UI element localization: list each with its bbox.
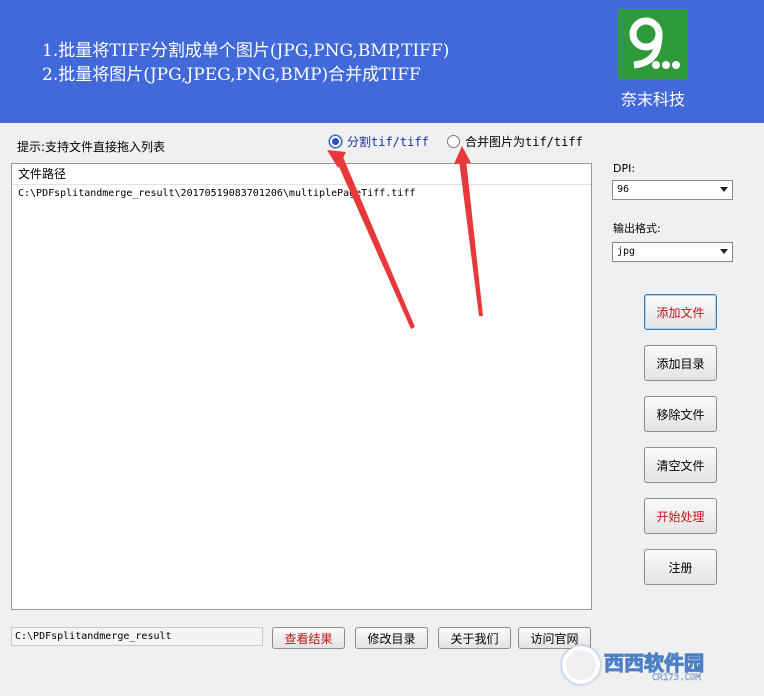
remove-file-button[interactable]: 移除文件 — [644, 396, 717, 432]
output-format-select[interactable]: jpg — [612, 242, 733, 262]
watermark-domain: CR173.COM — [652, 673, 701, 683]
add-file-button[interactable]: 添加文件 — [644, 294, 717, 330]
dpi-value: 96 — [617, 184, 630, 195]
watermark-logo-icon — [562, 646, 600, 684]
feature-line-split: 1.批量将TIFF分割成单个图片(JPG,PNG,BMP,TIFF) — [42, 41, 450, 61]
mode-split-radio[interactable]: 分割tif/tiff — [329, 133, 429, 150]
watermark-name: 西西软件园 — [604, 651, 705, 676]
radio-selected-icon[interactable] — [329, 135, 342, 148]
register-button[interactable]: 注册 — [644, 549, 717, 585]
start-processing-button[interactable]: 开始处理 — [644, 498, 717, 534]
radio-unselected-icon[interactable] — [447, 135, 460, 148]
about-us-button[interactable]: 关于我们 — [438, 627, 511, 649]
brand-name: 奈末科技 — [620, 90, 685, 109]
mode-merge-label[interactable]: 合并图片为tif/tiff — [465, 133, 583, 150]
list-item[interactable]: C:\PDFsplitandmerge_result\2017051908370… — [12, 185, 591, 203]
chevron-down-icon[interactable] — [720, 187, 728, 192]
output-format-label: 输出格式: — [613, 222, 661, 235]
mode-split-label[interactable]: 分割tif/tiff — [347, 133, 429, 150]
output-format-value: jpg — [617, 246, 636, 257]
file-list[interactable]: 文件路径 C:\PDFsplitandmerge_result\20170519… — [11, 163, 592, 610]
column-header-file-path[interactable]: 文件路径 — [12, 164, 591, 185]
dpi-label: DPI: — [613, 162, 636, 175]
drag-hint: 提示:支持文件直接拖入列表 — [17, 140, 166, 154]
site-watermark: 西西软件园 CR173.COM — [560, 644, 760, 688]
add-directory-button[interactable]: 添加目录 — [644, 345, 717, 381]
clear-files-button[interactable]: 清空文件 — [644, 447, 717, 483]
feature-line-merge: 2.批量将图片(JPG,JPEG,PNG,BMP)合并成TIFF — [42, 65, 421, 85]
header-banner: 1.批量将TIFF分割成单个图片(JPG,PNG,BMP,TIFF) 2.批量将… — [0, 0, 764, 123]
view-result-button[interactable]: 查看结果 — [272, 627, 345, 649]
mode-merge-radio[interactable]: 合并图片为tif/tiff — [447, 133, 583, 150]
chevron-down-icon[interactable] — [720, 249, 728, 254]
logo-nine-icon — [629, 17, 680, 69]
brand-logo — [618, 9, 688, 79]
output-path-field[interactable]: C:\PDFsplitandmerge_result — [11, 627, 263, 646]
change-directory-button[interactable]: 修改目录 — [355, 627, 428, 649]
dpi-select[interactable]: 96 — [612, 180, 733, 200]
